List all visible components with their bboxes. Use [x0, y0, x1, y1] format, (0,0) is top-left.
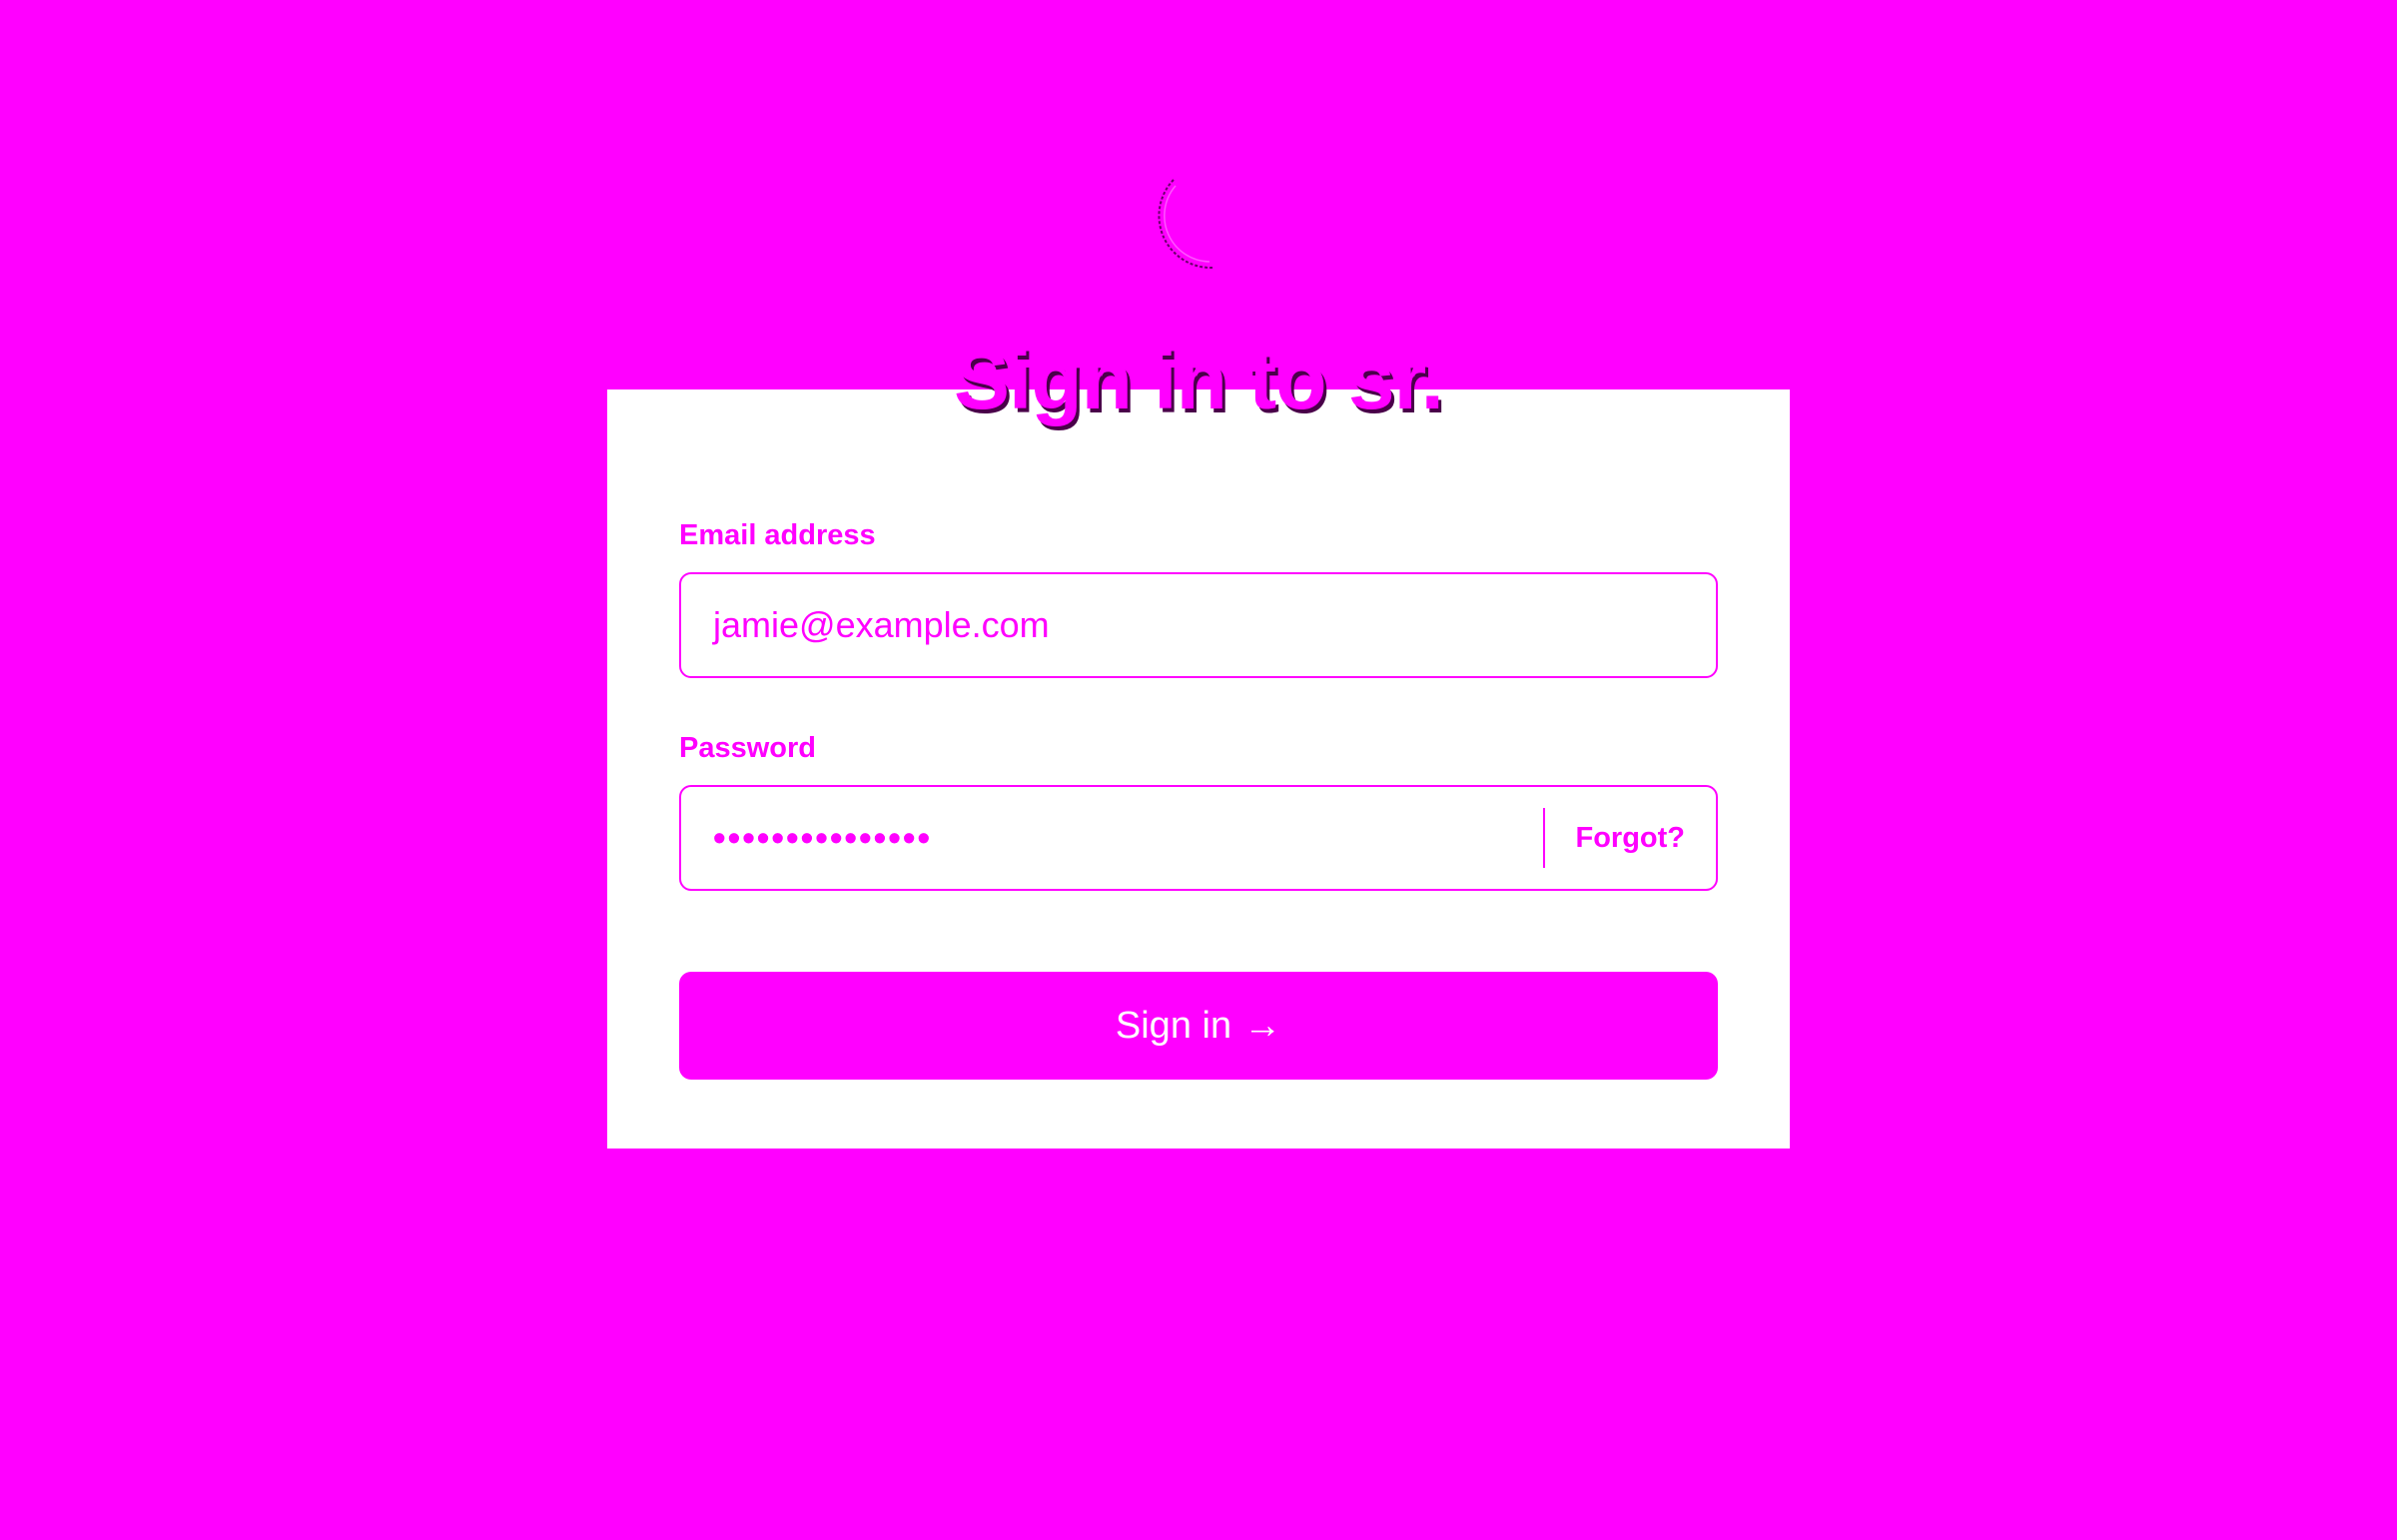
password-field[interactable]: ••••••••••••••• Forgot?	[679, 785, 1718, 891]
arrow-right-icon: →	[1243, 1004, 1282, 1047]
forgot-password-link[interactable]: Forgot?	[1575, 822, 1685, 855]
email-value[interactable]: jamie@example.com	[713, 604, 1050, 646]
logo-icon	[1158, 179, 1214, 270]
email-label: Email address	[679, 519, 876, 551]
password-label: Password	[679, 732, 816, 764]
password-divider	[1543, 808, 1546, 868]
sign-in-button-label: Sign in	[1115, 1004, 1232, 1047]
email-field[interactable]: jamie@example.com	[679, 572, 1718, 678]
page-title: Sign in to sr.	[953, 333, 1444, 426]
password-masked-value[interactable]: •••••••••••••••	[713, 817, 1543, 859]
sign-in-page: Sign in to sr. Email address jamie@examp…	[0, 0, 2397, 1540]
sign-in-button[interactable]: Sign in →	[679, 972, 1718, 1080]
